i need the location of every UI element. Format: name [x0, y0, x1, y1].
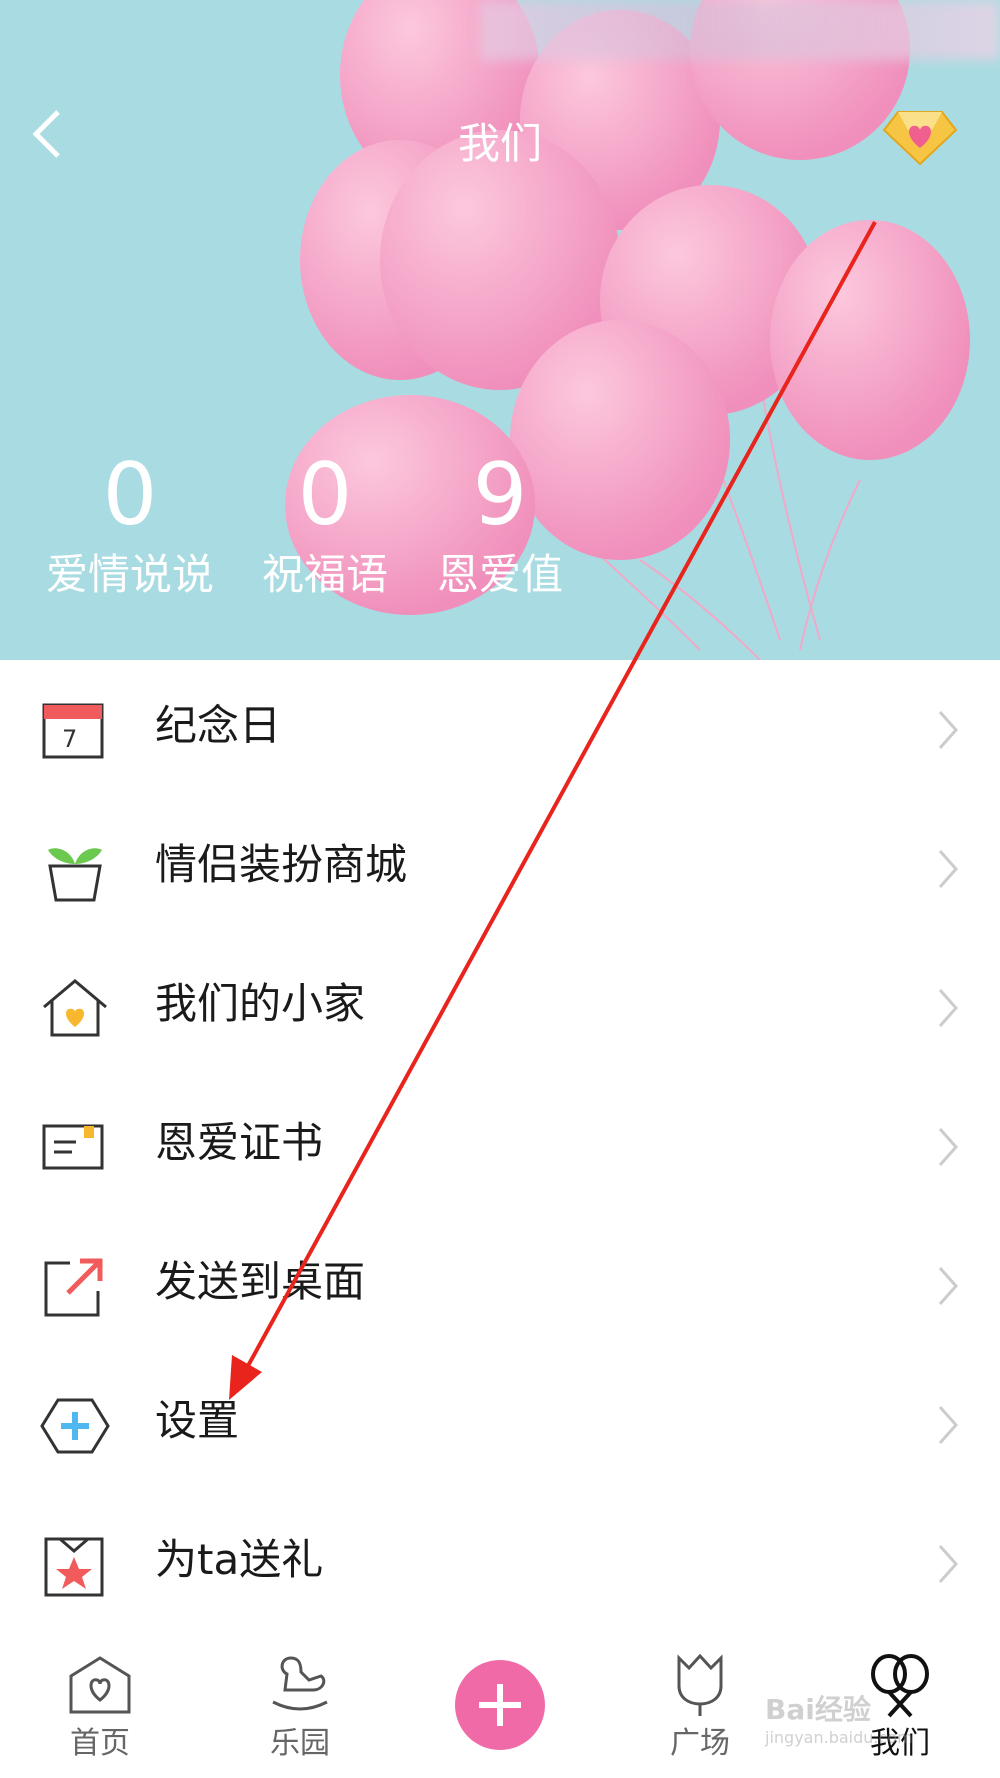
menu-item-label: 为ta送礼 — [155, 1535, 324, 1584]
menu-item-anniversary[interactable]: 7 纪念日 — [0, 660, 1000, 799]
rocking-horse-icon — [272, 1656, 328, 1711]
stat-label: 恩爱值 — [436, 550, 563, 599]
top-bar: 我们 — [0, 80, 1000, 190]
menu-item-label: 纪念日 — [155, 701, 282, 750]
chevron-right-icon — [938, 1406, 959, 1444]
menu-item-label: 情侣装扮商城 — [155, 840, 408, 889]
chevron-right-icon — [938, 850, 959, 888]
plus-icon — [479, 1684, 521, 1726]
stat-label: 爱情说说 — [45, 550, 214, 599]
menu-item-label: 设置 — [155, 1396, 240, 1445]
tab-label: 广场 — [670, 1726, 730, 1761]
stats-row: 0 爱情说说 0 祝福语 9 恩爱值 — [0, 445, 600, 615]
plant-pot-icon — [48, 848, 102, 902]
tulip-icon — [677, 1653, 723, 1716]
svg-text:7: 7 — [62, 725, 77, 753]
gift-star-icon — [44, 1537, 104, 1597]
profile-hero-banner: 我们 0 爱情说说 0 祝福语 9 恩爱值 — [0, 0, 1000, 660]
diamond-heart-icon — [882, 111, 958, 166]
tab-label: 首页 — [70, 1726, 130, 1761]
stat-love-value[interactable]: 9 恩爱值 — [400, 445, 600, 605]
menu-item-label: 发送到桌面 — [155, 1257, 366, 1306]
vip-gem-button[interactable] — [880, 100, 960, 170]
share-out-icon — [44, 1258, 103, 1317]
menu-item-certificate[interactable]: 恩爱证书 — [0, 1077, 1000, 1216]
tab-label: 乐园 — [270, 1726, 330, 1761]
menu-item-couple-shop[interactable]: 情侣装扮商城 — [0, 799, 1000, 938]
stat-value: 0 — [102, 445, 158, 545]
house-heart-icon — [43, 979, 107, 1037]
add-button[interactable] — [455, 1660, 545, 1750]
settings-hexagon-icon — [40, 1398, 110, 1454]
menu-list: 7 纪念日 情侣装扮商城 我们的小家 恩爱证书 发送到桌面 设置 为ta送礼 — [0, 660, 1000, 1633]
menu-item-send-gift[interactable]: 为ta送礼 — [0, 1494, 1000, 1633]
chevron-right-icon — [938, 989, 959, 1027]
tab-paradise[interactable]: 乐园 — [230, 1650, 370, 1764]
tab-square[interactable]: 广场 — [630, 1650, 770, 1764]
blurred-status-area — [480, 0, 1000, 60]
menu-item-settings[interactable]: 设置 — [0, 1355, 1000, 1494]
calendar-icon: 7 — [42, 703, 104, 759]
watermark-line2: jingyan.baidu.com — [765, 1728, 913, 1747]
menu-item-label: 我们的小家 — [155, 979, 366, 1028]
watermark: Bai经验 jingyan.baidu.com — [765, 1688, 913, 1747]
menu-item-our-home[interactable]: 我们的小家 — [0, 938, 1000, 1077]
tab-home[interactable]: 首页 — [30, 1650, 170, 1764]
menu-item-send-to-desktop[interactable]: 发送到桌面 — [0, 1216, 1000, 1355]
stat-value: 9 — [472, 445, 528, 545]
chevron-right-icon — [938, 1545, 959, 1583]
chevron-right-icon — [938, 1267, 959, 1305]
stat-value: 0 — [297, 445, 353, 545]
chevron-right-icon — [938, 711, 959, 749]
page-title: 我们 — [457, 119, 542, 168]
stat-label: 祝福语 — [261, 550, 388, 599]
stat-blessings[interactable]: 0 祝福语 — [225, 445, 425, 605]
certificate-icon — [42, 1124, 104, 1170]
watermark-line1: Bai经验 — [765, 1693, 871, 1726]
chevron-right-icon — [938, 1128, 959, 1166]
menu-item-label: 恩爱证书 — [155, 1118, 324, 1167]
stat-love-posts[interactable]: 0 爱情说说 — [30, 445, 230, 605]
home-heart-icon — [69, 1656, 131, 1714]
